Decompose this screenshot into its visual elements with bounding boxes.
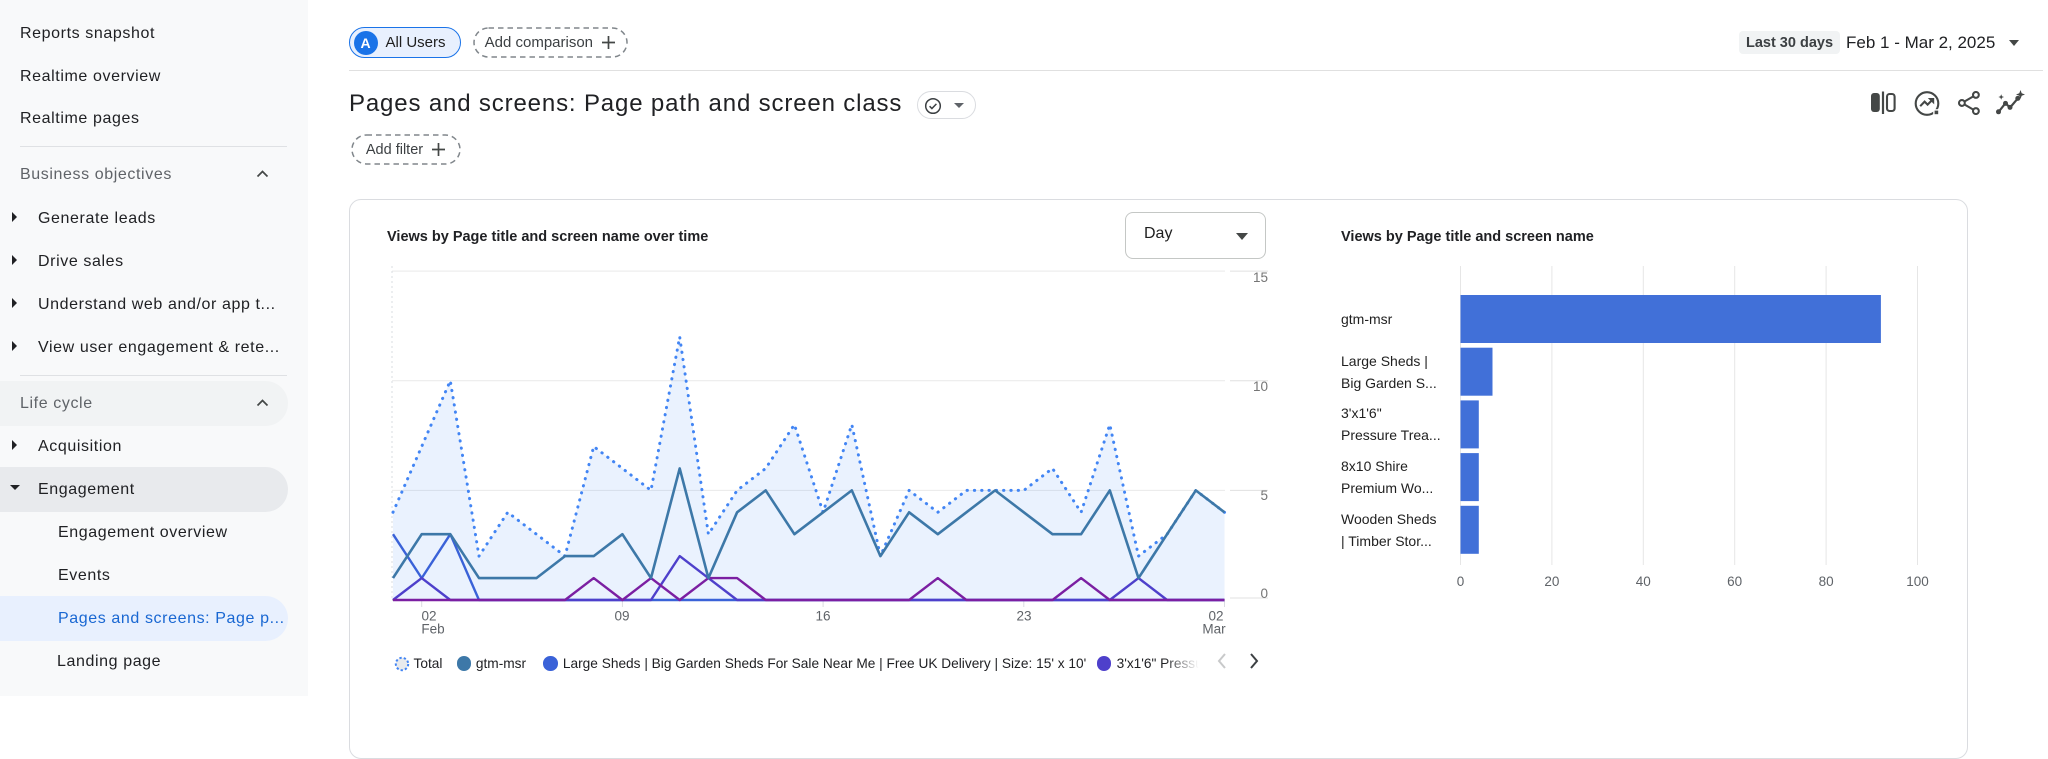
svg-text:100: 100	[1906, 574, 1929, 589]
svg-text:| Timber Stor...: | Timber Stor...	[1341, 533, 1432, 549]
svg-text:09: 09	[614, 609, 629, 624]
svg-text:5: 5	[1260, 488, 1268, 503]
svg-text:40: 40	[1636, 574, 1651, 589]
svg-text:0: 0	[1457, 574, 1465, 589]
svg-text:Big Garden S...: Big Garden S...	[1341, 375, 1437, 391]
svg-text:80: 80	[1819, 574, 1834, 589]
svg-text:10: 10	[1253, 379, 1268, 394]
svg-text:23: 23	[1016, 609, 1031, 624]
svg-text:Views by Page title and screen: Views by Page title and screen name over…	[387, 229, 708, 245]
svg-text:8x10 Shire: 8x10 Shire	[1341, 458, 1408, 474]
svg-text:3'x1'6": 3'x1'6"	[1341, 405, 1382, 421]
svg-text:Feb: Feb	[421, 622, 444, 637]
svg-text:Views by Page title and screen: Views by Page title and screen name	[1341, 229, 1594, 245]
svg-text:60: 60	[1727, 574, 1742, 589]
svg-text:0: 0	[1260, 586, 1268, 601]
svg-text:Premium Wo...: Premium Wo...	[1341, 480, 1433, 496]
svg-text:15: 15	[1253, 270, 1268, 285]
svg-text:Pressure Trea...: Pressure Trea...	[1341, 427, 1441, 443]
svg-text:Mar: Mar	[1202, 622, 1226, 637]
svg-text:Wooden Sheds: Wooden Sheds	[1341, 511, 1436, 527]
svg-text:16: 16	[815, 609, 830, 624]
svg-text:20: 20	[1544, 574, 1559, 589]
svg-text:Large Sheds |: Large Sheds |	[1341, 353, 1428, 369]
svg-text:gtm-msr: gtm-msr	[1341, 311, 1393, 327]
